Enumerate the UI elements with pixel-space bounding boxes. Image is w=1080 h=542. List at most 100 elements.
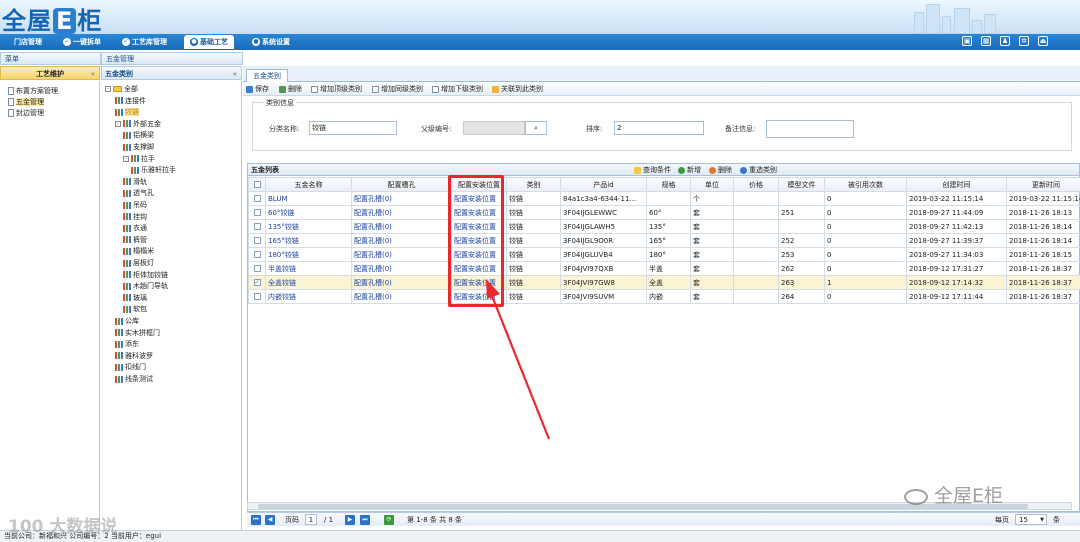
nav-tab-process-library[interactable]: ✓ 工艺库管理 [116,35,173,49]
add-child-category-button[interactable]: 增加下级类别 [432,84,483,95]
column-header[interactable]: 模型文件 [778,177,825,192]
collapse-toggle-icon[interactable]: - [123,155,129,162]
config-slot-link[interactable]: 配置孔槽(0) [351,289,452,304]
tree-node[interactable]: 层板灯 [123,258,154,269]
add-top-category-button[interactable]: 增加顶级类别 [311,84,362,95]
select-all-header[interactable] [248,177,266,192]
config-slot-link[interactable]: 配置孔槽(0) [351,261,452,276]
tree-node[interactable]: 裤管 [123,235,147,246]
config-slot-link[interactable]: 配置孔槽(0) [351,233,452,248]
hardware-name-link[interactable]: 全盖铰链 [265,275,352,290]
collapse-icon[interactable]: « [233,67,237,81]
nav-item-layout-plan[interactable]: 布置方案管理 [8,86,58,96]
next-page-button[interactable]: ▶ [345,515,355,525]
section-hardware-category[interactable]: 五金类别 « [101,66,242,80]
row-checkbox-cell[interactable] [248,233,266,248]
config-slot-link[interactable]: 配置孔槽(0) [351,275,452,290]
hardware-name-link[interactable]: 180°铰链 [265,247,352,262]
nav-tab-system-settings[interactable]: ● 系统设置 [246,35,296,49]
table-row[interactable]: 半盖铰链 配置孔槽(0) 配置安装位置 铰链 3F04JVI97QXB 半盖套 262 0 20… [248,261,1080,276]
hardware-name-link[interactable]: 半盖铰链 [265,261,352,276]
row-checkbox[interactable]: ✓ [253,279,261,286]
config-slot-link[interactable]: 配置孔槽(0) [351,191,452,206]
column-header[interactable]: 类别 [506,177,561,192]
select-all-checkbox[interactable] [253,181,261,188]
row-checkbox-cell[interactable]: ✓ [248,275,266,290]
tree-node[interactable]: 扣线门 [115,362,146,373]
reselect-category-button[interactable]: 重选类别 [740,164,777,176]
tree-node[interactable]: - 拉手 [123,154,155,165]
table-row[interactable]: 135°铰链 配置孔槽(0) 配置安装位置 铰链 3F04IJGLAWH5 135° 套 0 2… [248,219,1080,234]
gear-icon[interactable]: ✲ [1019,36,1029,46]
name-input[interactable]: 铰链 [309,121,397,135]
nav-item-hardware[interactable]: 五金管理 [8,97,44,107]
row-checkbox[interactable] [253,265,261,272]
collapse-icon[interactable]: « [91,67,95,81]
per-page-select[interactable]: 15 ▼ [1015,514,1047,525]
tree-node[interactable]: 铝横梁 [123,130,154,141]
tree-node[interactable]: 添东 [115,339,139,350]
tree-node[interactable]: 木趟门导轨 [123,281,168,292]
config-slot-link[interactable]: 配置孔槽(0) [351,205,452,220]
tree-node[interactable]: - 外部五金 [115,119,161,130]
layout-icon[interactable]: ▣ [962,36,972,46]
row-checkbox[interactable] [253,251,261,258]
tree-node[interactable]: 软包 [123,304,147,315]
delete-button[interactable]: 删除 [279,84,302,95]
save-button[interactable]: 保存 [246,84,269,95]
config-slot-link[interactable]: 配置孔槽(0) [351,247,452,262]
hardware-name-link[interactable]: 60°铰链 [265,205,352,220]
row-checkbox[interactable] [253,195,261,202]
tree-node[interactable]: 柜体加铰链 [123,270,168,281]
first-page-button[interactable]: ⏮ [251,515,261,525]
table-row[interactable]: BLUM 配置孔槽(0) 配置安装位置 铰链 84a1c3a4-6344-11... 个 0… [248,191,1080,206]
link-category-button[interactable]: 关联到此类别 [492,84,543,95]
row-checkbox[interactable] [253,223,261,230]
row-checkbox-cell[interactable] [248,191,266,206]
row-checkbox-cell[interactable] [248,219,266,234]
nav-tab-store[interactable]: 门店管理 [8,35,48,49]
tree-node[interactable]: 玻璃 [123,293,147,304]
hardware-name-link[interactable]: 内嵌铰链 [265,289,352,304]
table-row[interactable]: ✓ 全盖铰链 配置孔槽(0) 配置安装位置 铰链 3F04JVI97GW8 全盖套 263 1 2… [248,275,1080,290]
column-header[interactable]: 产品id [560,177,647,192]
hardware-name-link[interactable]: BLUM [265,191,352,206]
config-slot-link[interactable]: 配置孔槽(0) [351,219,452,234]
refresh-icon[interactable]: ⟳ [384,515,394,525]
tree-node[interactable]: 支撑脚 [123,142,154,153]
page-input[interactable]: 1 [305,514,317,525]
tree-node[interactable]: 实木拼框门 [115,328,160,339]
tree-node[interactable]: - 全部 [105,84,138,95]
exit-icon[interactable]: ⏏ [1038,36,1048,46]
tree-node[interactable]: 雅科波罗 [115,351,153,362]
row-checkbox[interactable] [253,237,261,244]
add-button[interactable]: 新增 [678,164,701,176]
add-sibling-category-button[interactable]: 增加同级类别 [372,84,423,95]
row-checkbox-cell[interactable] [248,289,266,304]
tree-node[interactable]: 线条测试 [115,374,153,385]
tree-node[interactable]: 连接件 [115,96,146,107]
hardware-name-link[interactable]: 135°铰链 [265,219,352,234]
tree-node[interactable]: 挂钩 [123,212,147,223]
column-header[interactable]: 被引用次数 [824,177,907,192]
column-header[interactable]: 价格 [733,177,779,192]
tab-hardware-category[interactable]: 五金类别 [246,69,288,82]
table-row[interactable]: 180°铰链 配置孔槽(0) 配置安装位置 铰链 3F04IJGLUVB4 180° 套 25… [248,247,1080,262]
tree-node[interactable]: 公库 [115,316,139,327]
row-checkbox[interactable] [253,293,261,300]
tree-node[interactable]: 乐雅轩拉手 [131,165,176,176]
column-header[interactable]: 配置槽孔 [351,177,452,192]
column-header[interactable]: 创建时间 [906,177,1007,192]
row-checkbox-cell[interactable] [248,261,266,276]
tree-node[interactable]: 铰链 [115,107,139,118]
column-header[interactable]: 规格 [646,177,691,192]
table-row[interactable]: 内嵌铰链 配置孔槽(0) 配置安装位置 铰链 3F04JVI9SUVM 内嵌套 264 0 20… [248,289,1080,304]
collapse-toggle-icon[interactable]: - [105,86,111,92]
nav-item-edge-banding[interactable]: 封边管理 [8,108,44,118]
delete-row-button[interactable]: 删除 [709,164,732,176]
row-checkbox-cell[interactable] [248,247,266,262]
row-checkbox-cell[interactable] [248,205,266,220]
tree-node[interactable]: 滑轨 [123,177,147,188]
last-page-button[interactable]: ⏭ [360,515,370,525]
remark-textarea[interactable] [766,120,854,138]
